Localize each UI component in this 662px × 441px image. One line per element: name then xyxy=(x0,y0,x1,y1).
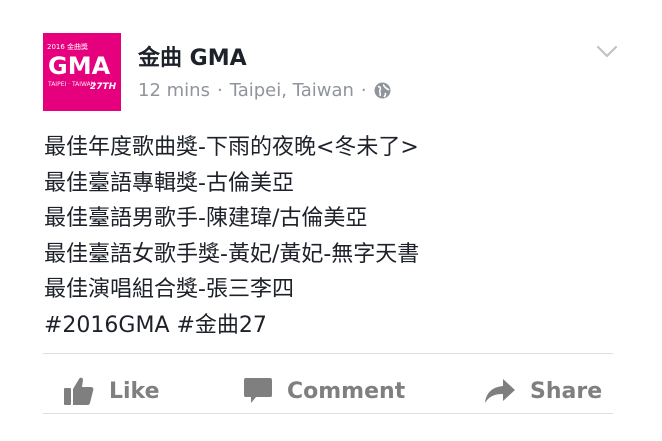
share-arrow-icon xyxy=(485,379,515,403)
post-time[interactable]: 12 mins xyxy=(138,80,210,101)
meta-separator: · xyxy=(360,80,367,101)
like-button[interactable]: Like xyxy=(63,372,160,410)
meta-separator: · xyxy=(216,80,223,101)
avatar-sub-text: TAIPEI · TAIWAN xyxy=(48,81,96,88)
avatar-logo-text: GMA xyxy=(48,52,111,80)
page-avatar[interactable]: 2016 金曲獎 GMA TAIPEI · TAIWAN 27TH xyxy=(43,33,121,111)
comment-label: Comment xyxy=(287,378,406,404)
share-button[interactable]: Share xyxy=(484,372,602,410)
comment-button[interactable]: Comment xyxy=(243,372,405,410)
page-name[interactable]: 金曲 GMA xyxy=(138,40,247,72)
post-line: 最佳臺語專輯獎-古倫美亞 xyxy=(44,170,294,196)
post-line: 最佳演唱組合獎-張三李四 xyxy=(44,277,294,302)
share-label: Share xyxy=(530,378,603,404)
divider xyxy=(43,353,613,354)
post-meta: 12 mins · Taipei, Taiwan · xyxy=(138,80,391,101)
avatar-top-text: 2016 金曲獎 xyxy=(47,43,89,51)
post-body: 最佳年度歌曲獎-下雨的夜晚<冬未了> 最佳臺語專輯獎-古倫美亞 最佳臺語男歌手-… xyxy=(44,130,634,343)
post-line: 最佳臺語男歌手-陳建瑋/古倫美亞 xyxy=(44,206,368,231)
post-line: 最佳年度歌曲獎-下雨的夜晚<冬未了> xyxy=(44,135,419,160)
thumbs-up-icon xyxy=(64,377,94,405)
post-hashtags[interactable]: #2016GMA #金曲27 xyxy=(44,308,634,344)
comment-bubble-icon xyxy=(244,378,272,403)
post-location[interactable]: Taipei, Taiwan xyxy=(230,80,354,101)
like-label: Like xyxy=(109,378,160,404)
avatar-number: 27TH xyxy=(90,82,117,92)
divider xyxy=(43,413,613,414)
chevron-down-icon[interactable] xyxy=(596,44,618,58)
facebook-post: 2016 金曲獎 GMA TAIPEI · TAIWAN 27TH 金曲 GMA… xyxy=(0,0,662,441)
post-line: 最佳臺語女歌手獎-黃妃/黃妃-無字天書 xyxy=(44,241,420,267)
globe-icon[interactable] xyxy=(374,82,391,99)
